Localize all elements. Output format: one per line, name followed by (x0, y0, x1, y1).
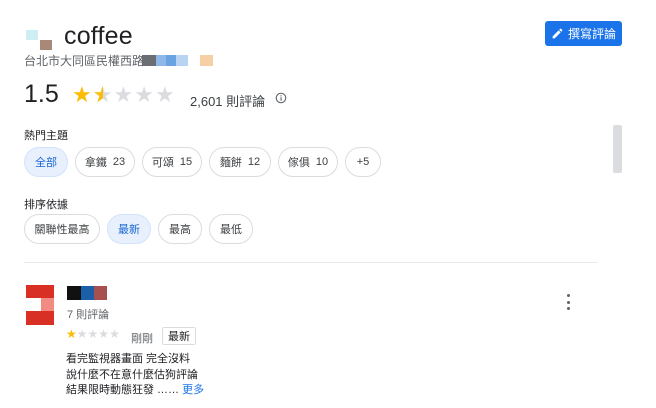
topic-chip-all[interactable]: 全部 (24, 147, 68, 177)
new-badge: 最新 (162, 327, 196, 345)
review-line: 說什麼不在意什麼估狗評論 (66, 368, 198, 381)
chip-count: 15 (179, 156, 193, 168)
chip-label: 可頌 (151, 157, 174, 169)
more-vert-icon[interactable] (562, 294, 574, 310)
review-line: 看完監視器畫面 完全沒料 (66, 353, 191, 365)
chip-label: 最新 (118, 224, 140, 236)
star-empty-icon: ★ (98, 327, 110, 341)
star-empty-icon: ★ (154, 82, 175, 107)
star-empty-icon: ★ (134, 82, 154, 107)
chip-label: 拿鐵 (84, 157, 107, 169)
star-half-icon: ★ (93, 84, 113, 107)
chip-label: +5 (356, 156, 370, 168)
sort-chip-highest[interactable]: 最高 (158, 214, 202, 244)
redacted-block (166, 55, 176, 66)
star-empty-icon: ★ (76, 327, 88, 341)
scrollbar-thumb[interactable] (613, 125, 622, 173)
write-review-button[interactable]: 撰寫評論 (545, 21, 622, 46)
topic-chips: 全部 拿鐵 23 可頌 15 麵餅 12 傢俱 10 +5 (24, 147, 381, 177)
topic-chip[interactable]: 傢俱 10 (278, 147, 338, 177)
rating-score: 1.5 (24, 80, 59, 108)
pencil-icon (552, 28, 563, 39)
reviewer-review-count: 7 則評論 (67, 309, 110, 321)
topic-chip[interactable]: 拿鐵 23 (75, 147, 135, 177)
more-link[interactable]: 更多 (182, 384, 204, 396)
avatar[interactable] (26, 285, 54, 325)
star-full-icon: ★ (66, 327, 77, 341)
divider (24, 262, 598, 263)
chip-label: 關聯性最高 (34, 224, 90, 236)
star-empty-icon: ★ (87, 327, 99, 341)
review-stars: ★ ★ ★ ★ ★ (66, 328, 120, 340)
rating-stars: ★ ★ ★ ★ ★ (72, 82, 175, 107)
review-line: 結果限時動態狂發 …… 更多 (66, 383, 204, 399)
star-full-icon: ★ (72, 82, 92, 107)
chip-label: 全部 (35, 157, 57, 169)
review-time: 剛剛 (131, 333, 153, 345)
review-count: 2,601 則評論 (190, 94, 266, 109)
redacted-block (142, 55, 156, 66)
info-icon[interactable] (275, 92, 287, 104)
reviewer-name-redacted[interactable] (67, 286, 107, 300)
chip-count: 23 (112, 156, 126, 168)
redacted-block (176, 55, 188, 66)
review-text: 看完監視器畫面 完全沒料 說什麼不在意什麼估狗評論 結果限時動態狂發 …… 更多 (66, 352, 204, 399)
chip-label: 傢俱 (287, 157, 310, 169)
review-line-text: 結果限時動態狂發 …… (66, 384, 180, 396)
sort-label: 排序依據 (24, 199, 68, 211)
star-empty-icon: ★ (109, 327, 120, 341)
redacted-block (156, 55, 166, 66)
chip-label: 最低 (220, 224, 242, 236)
topics-label: 熱門主題 (24, 130, 68, 142)
redacted-block (200, 55, 213, 66)
topic-chip[interactable]: 可頌 15 (142, 147, 202, 177)
place-title: coffee (64, 22, 133, 50)
star-empty-icon: ★ (113, 82, 134, 107)
sort-chip-lowest[interactable]: 最低 (209, 214, 253, 244)
chip-count: 10 (315, 156, 329, 168)
topic-chip[interactable]: 麵餅 12 (209, 147, 271, 177)
sort-chip-relevance[interactable]: 關聯性最高 (24, 214, 100, 244)
chip-count: 12 (247, 156, 261, 168)
chip-label: 麵餅 (219, 157, 242, 169)
chip-label: 最高 (169, 224, 191, 236)
place-address: 台北市大同區民權西路 (24, 54, 145, 68)
write-review-label: 撰寫評論 (567, 27, 616, 41)
topic-chip-more[interactable]: +5 (345, 147, 381, 177)
place-logo (26, 30, 54, 52)
sort-chips: 關聯性最高 最新 最高 最低 (24, 214, 253, 244)
sort-chip-newest[interactable]: 最新 (107, 214, 151, 244)
